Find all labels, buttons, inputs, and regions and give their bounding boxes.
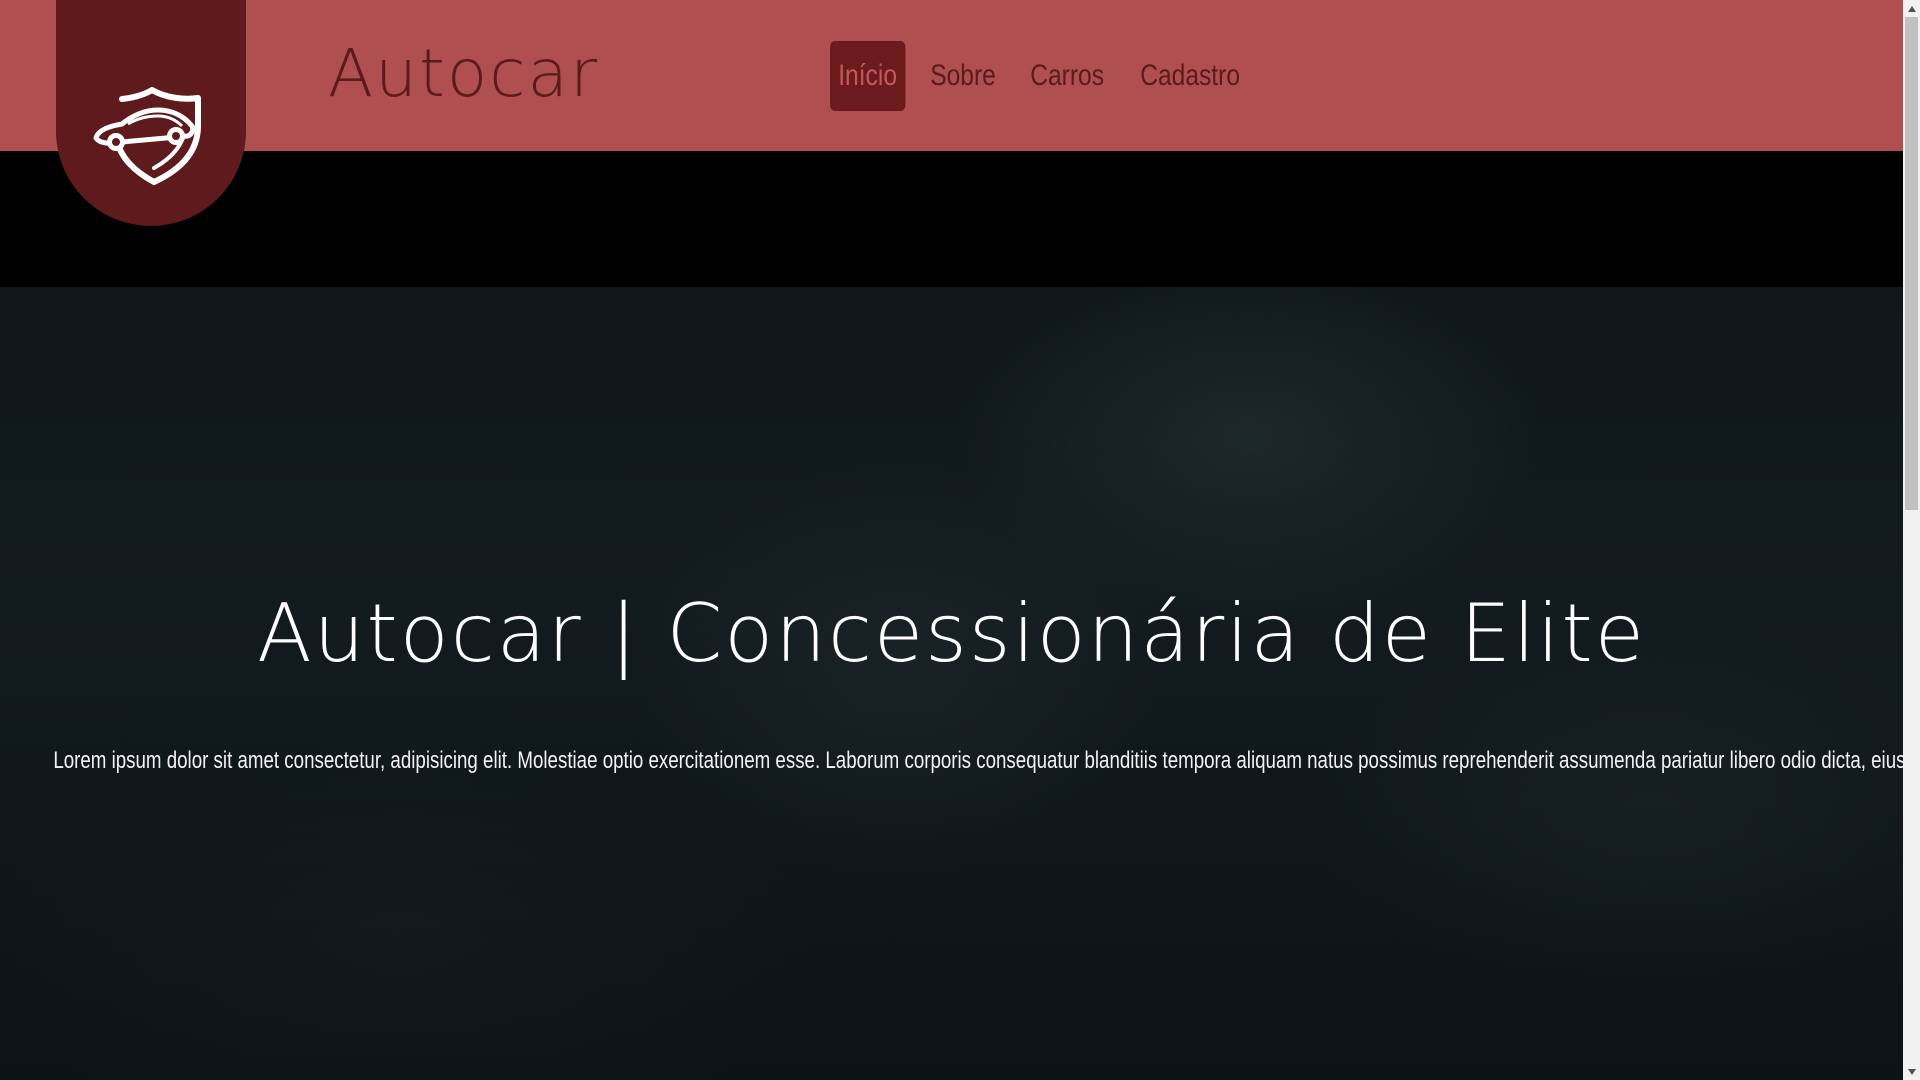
- hero-title: Autocar | Concessionária de Elite: [256, 587, 1646, 680]
- nav-item-carros[interactable]: Carros: [1022, 41, 1112, 111]
- brand-name[interactable]: Autocar: [328, 34, 599, 114]
- scroll-down-arrow-icon[interactable]: [1903, 1063, 1920, 1080]
- hero-description: Lorem ipsum dolor sit amet consectetur, …: [53, 747, 1903, 774]
- vertical-scrollbar[interactable]: [1903, 0, 1920, 1080]
- car-shield-logo-icon: [93, 87, 201, 185]
- logo-badge[interactable]: [56, 0, 246, 226]
- scrollbar-thumb[interactable]: [1905, 17, 1918, 510]
- page: Autocar Início Sobre Carros Cadastro Aut…: [0, 0, 1903, 1080]
- header-spacer-band: [0, 151, 1903, 287]
- site-header: Autocar Início Sobre Carros Cadastro: [0, 0, 1903, 151]
- hero-section: Autocar | Concessionária de Elite Lorem …: [0, 287, 1903, 1080]
- main-nav: Início Sobre Carros Cadastro: [830, 41, 1274, 111]
- nav-item-cadastro[interactable]: Cadastro: [1132, 41, 1248, 111]
- nav-item-sobre[interactable]: Sobre: [922, 41, 1004, 111]
- nav-item-inicio[interactable]: Início: [830, 41, 906, 111]
- scroll-up-arrow-icon[interactable]: [1903, 0, 1920, 17]
